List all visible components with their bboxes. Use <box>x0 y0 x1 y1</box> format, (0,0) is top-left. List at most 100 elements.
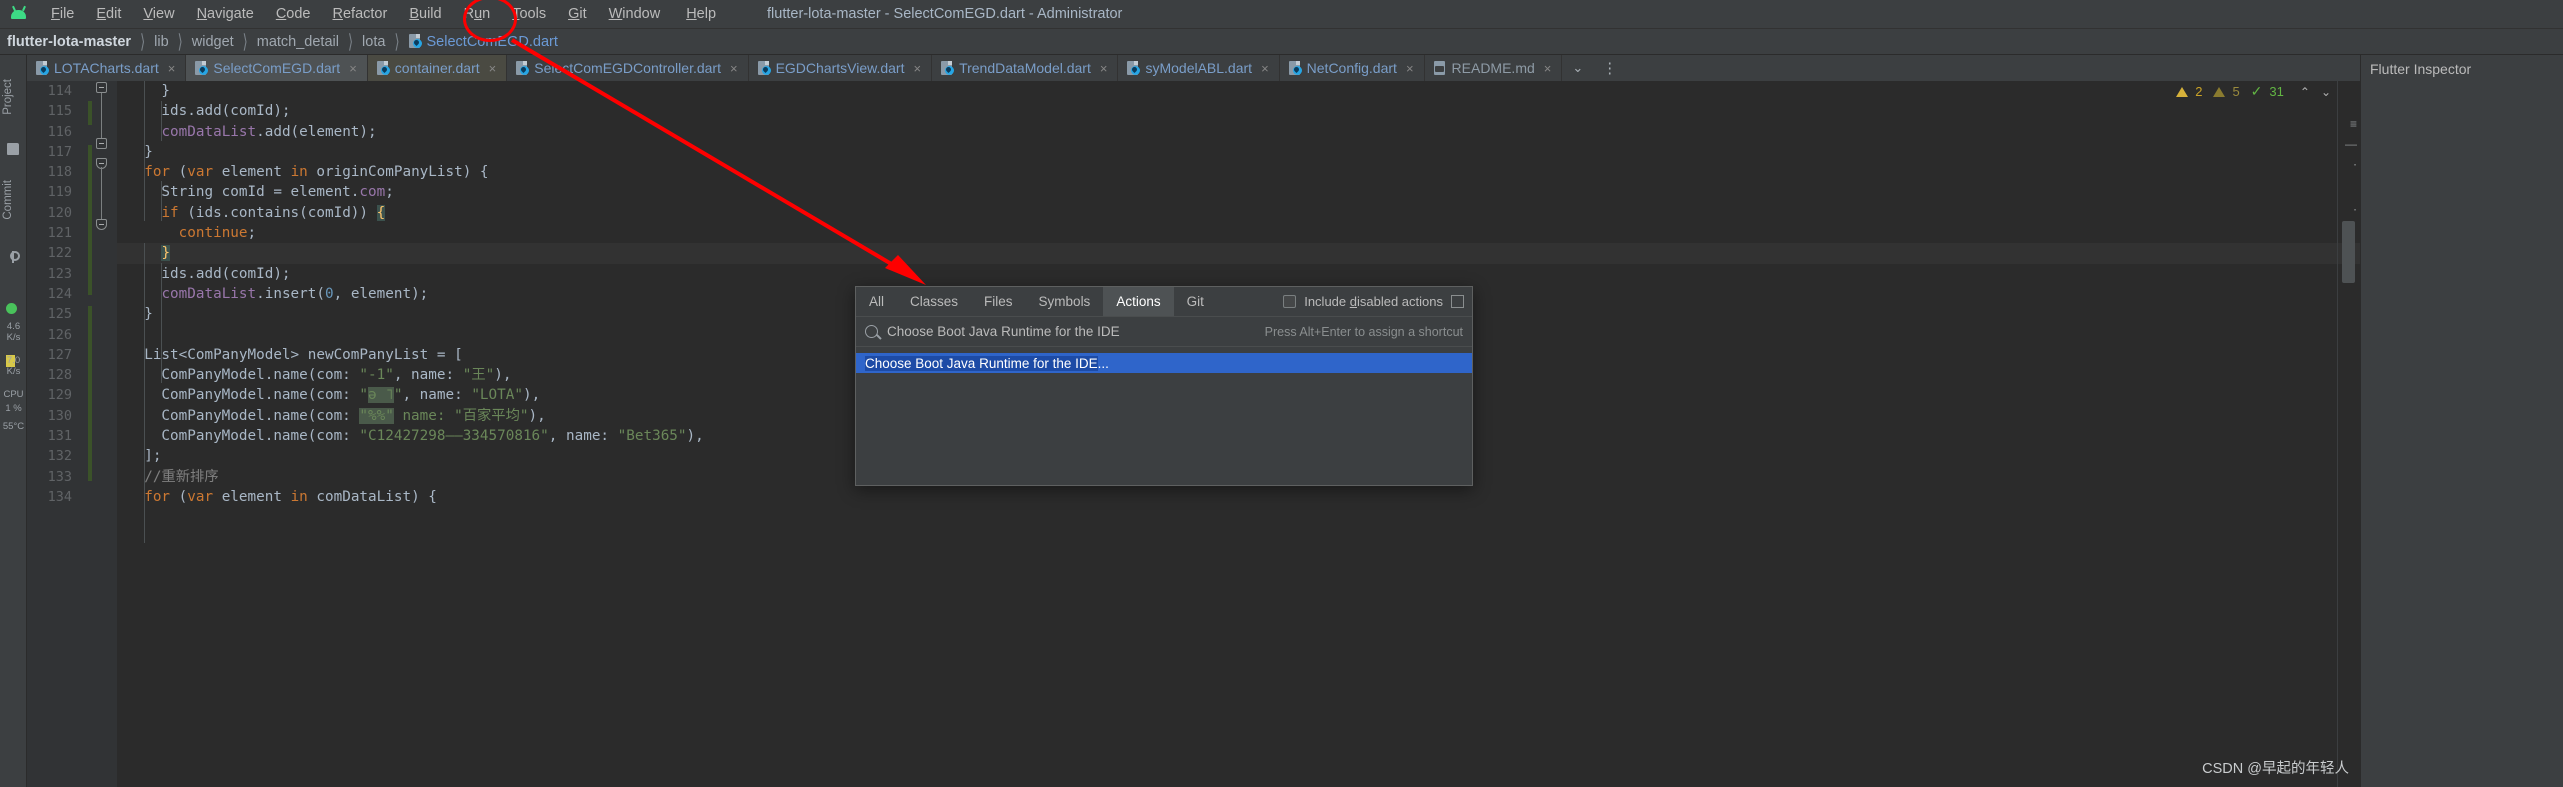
tab-files[interactable]: Files <box>971 287 1026 316</box>
inspection-summary[interactable]: 2 5 ✓ 31 ⌃ ⌄ <box>2176 83 2334 100</box>
dart-file-icon <box>941 60 955 76</box>
search-results-list[interactable]: Choose Boot Java Runtime for the IDE... <box>856 347 1472 373</box>
tab-git[interactable]: Git <box>1174 287 1217 316</box>
next-problem-icon[interactable]: ⌄ <box>2318 85 2334 99</box>
line-number: 122 <box>47 245 72 262</box>
breadcrumb-item-project[interactable]: flutter-lota-master <box>7 34 131 50</box>
editor-tab-symodelabl[interactable]: syModelABL.dart × <box>1118 55 1280 81</box>
line-number: 127 <box>47 346 72 363</box>
window-title: flutter-lota-master - SelectComEGD.dart … <box>767 6 1123 22</box>
editor-tab-egdchartsview[interactable]: EGDChartsView.dart × <box>749 55 933 81</box>
search-input-row[interactable]: Choose Boot Java Runtime for the IDE Pre… <box>856 317 1472 347</box>
scrollbar-mark-icon: ⋅ <box>2353 203 2357 217</box>
search-everywhere-tab-bar: All Classes Files Symbols Actions Git In… <box>856 287 1472 317</box>
tab-symbols[interactable]: Symbols <box>1026 287 1104 316</box>
breadcrumb: flutter-lota-master ⟩ lib ⟩ widget ⟩ mat… <box>0 29 2563 55</box>
breadcrumb-item-widget[interactable]: widget <box>192 34 234 50</box>
breadcrumb-separator-icon: ⟩ <box>177 29 183 53</box>
close-icon[interactable]: × <box>1406 61 1414 76</box>
dart-file-icon <box>1288 60 1302 76</box>
tab-actions[interactable]: Actions <box>1103 287 1174 316</box>
editor-tab-label: EGDChartsView.dart <box>775 60 905 76</box>
editor-tab-trenddatamodel[interactable]: TrendDataModel.dart × <box>932 55 1119 81</box>
editor-tab-label: NetConfig.dart <box>1306 60 1397 76</box>
breadcrumb-item-match-detail[interactable]: match_detail <box>257 34 339 50</box>
menu-bar: File Edit View Navigate Code Refactor Bu… <box>0 0 2563 29</box>
folder-icon[interactable] <box>7 143 19 155</box>
search-input[interactable]: Choose Boot Java Runtime for the IDE <box>887 324 1265 339</box>
code-line: continue; <box>178 225 257 242</box>
editor-tab-lotacharts[interactable]: LOTACharts.dart × <box>27 55 187 81</box>
menu-navigate[interactable]: Navigate <box>186 3 265 25</box>
menu-help[interactable]: Help <box>675 3 727 25</box>
scrollbar-marks-icon: ≡ <box>2349 117 2357 131</box>
editor-scrollbar-thumb[interactable] <box>2342 221 2355 283</box>
weak-warning-triangle-icon <box>2213 86 2226 97</box>
close-icon[interactable]: × <box>1261 61 1269 76</box>
menu-view[interactable]: View <box>132 3 185 25</box>
ide-window: File Edit View Navigate Code Refactor Bu… <box>0 0 2563 787</box>
flutter-inspector-title: Flutter Inspector <box>2370 61 2472 77</box>
menu-edit[interactable]: Edit <box>85 3 132 25</box>
line-number: 117 <box>47 143 72 160</box>
sidebar-item-project[interactable]: Project <box>2 79 14 115</box>
tab-classes[interactable]: Classes <box>897 287 971 316</box>
editor-tab-readme[interactable]: README.md × <box>1425 55 1563 81</box>
code-line: for (var element in originComPanyList) { <box>144 164 489 181</box>
close-icon[interactable]: × <box>168 61 176 76</box>
pin-window-icon[interactable] <box>1451 295 1464 308</box>
menu-code[interactable]: Code <box>265 3 322 25</box>
line-number: 126 <box>47 326 72 343</box>
fold-toggle-icon[interactable] <box>96 138 107 149</box>
markdown-file-icon <box>1433 60 1447 76</box>
close-icon[interactable]: × <box>489 61 497 76</box>
editor-tab-selectcomegdcontroller[interactable]: SelectComEGDController.dart × <box>507 55 749 81</box>
search-everywhere-popup[interactable]: All Classes Files Symbols Actions Git In… <box>855 286 1473 486</box>
breadcrumb-item-lota[interactable]: lota <box>362 34 385 50</box>
stat-cpu-value: 1 % <box>5 403 22 414</box>
dart-file-icon <box>757 60 771 76</box>
breadcrumb-separator-icon: ⟩ <box>394 29 400 53</box>
editor-tab-selectcomegd[interactable]: SelectComEGD.dart × <box>186 55 368 81</box>
sidebar-item-commit[interactable]: Commit <box>2 180 14 220</box>
close-icon[interactable]: × <box>730 61 738 76</box>
menu-refactor[interactable]: Refactor <box>322 3 399 25</box>
result-label: Choose Boot Java Runtime for the IDE <box>865 355 1098 371</box>
menu-git[interactable]: Git <box>557 3 598 25</box>
line-number: 118 <box>47 164 72 181</box>
editor-tab-label: SelectComEGD.dart <box>213 60 341 76</box>
close-icon[interactable]: × <box>349 61 357 76</box>
menu-window[interactable]: Window <box>598 3 672 25</box>
tab-all[interactable]: All <box>856 287 897 316</box>
include-disabled-actions-label[interactable]: Include disabled actions <box>1304 294 1443 309</box>
line-number: 123 <box>47 265 72 282</box>
line-number: 128 <box>47 367 72 384</box>
close-icon[interactable]: × <box>1100 61 1108 76</box>
line-number: 115 <box>47 103 72 120</box>
list-item[interactable]: Choose Boot Java Runtime for the IDE... <box>856 353 1472 373</box>
code-folding-column[interactable] <box>93 81 111 787</box>
breadcrumb-separator-icon: ⟩ <box>242 29 248 53</box>
line-number: 133 <box>47 468 72 485</box>
fold-toggle-icon[interactable] <box>96 82 107 93</box>
close-icon[interactable]: × <box>913 61 921 76</box>
editor-tab-label: README.md <box>1451 60 1535 76</box>
breadcrumb-separator-icon: ⟩ <box>347 29 354 53</box>
line-number: 114 <box>47 83 72 99</box>
close-icon[interactable]: × <box>1544 61 1552 76</box>
editor-tab-netconfig[interactable]: NetConfig.dart × <box>1280 55 1425 81</box>
prev-problem-icon[interactable]: ⌃ <box>2297 85 2313 99</box>
weak-warning-count: 5 <box>2232 84 2240 99</box>
fold-toggle-icon[interactable] <box>96 219 107 230</box>
editor-tab-container[interactable]: container.dart × <box>367 55 508 81</box>
code-line: } <box>127 83 171 99</box>
menu-build[interactable]: Build <box>398 3 452 25</box>
stat-net-up: 7.0 K/s <box>6 355 21 377</box>
include-disabled-actions-checkbox[interactable] <box>1283 295 1297 308</box>
git-branch-icon[interactable] <box>7 251 20 263</box>
scrollbar-mark-icon: ⋅ <box>2353 158 2357 172</box>
tabs-more-options-icon[interactable]: ⋮ <box>1593 55 1626 81</box>
tabs-overflow-chevron-down-icon[interactable]: ⌄ <box>1562 55 1593 81</box>
menu-file[interactable]: File <box>40 3 85 25</box>
breadcrumb-item-lib[interactable]: lib <box>154 34 169 50</box>
